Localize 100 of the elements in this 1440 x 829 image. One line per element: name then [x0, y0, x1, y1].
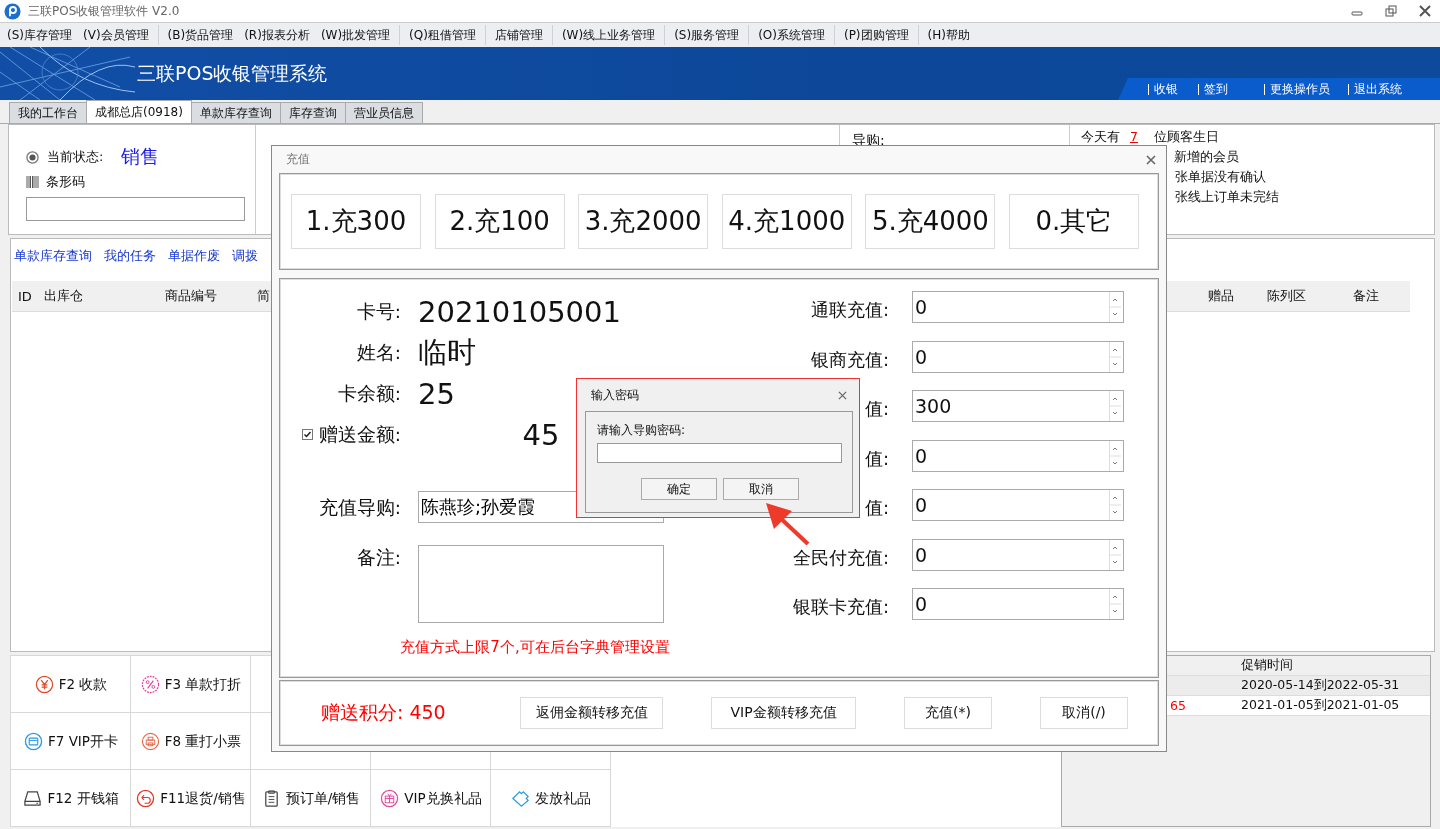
- field-label: 备注:: [355, 546, 401, 570]
- return-icon: [136, 789, 156, 808]
- preset-button[interactable]: 0.其它: [1008, 194, 1139, 249]
- menu-item[interactable]: 店铺管理: [490, 26, 547, 44]
- function-button[interactable]: 发放礼品: [509, 785, 593, 812]
- amount-field[interactable]: 0: [912, 588, 1124, 620]
- quick-link[interactable]: 我的任务: [104, 247, 156, 265]
- menu-item[interactable]: (P)团购管理: [839, 26, 913, 44]
- barcode-icon: [26, 176, 39, 188]
- function-button[interactable]: F8 重打小票: [138, 728, 244, 755]
- menu-item[interactable]: (S)服务管理: [670, 26, 744, 44]
- quick-link[interactable]: 单款库存查询: [14, 247, 92, 265]
- dialog-button[interactable]: 返佣金额转移充值: [520, 697, 663, 729]
- dialog-button[interactable]: VIP金额转移充值: [711, 697, 856, 729]
- prompt-text: 请输入导购密码:: [597, 422, 687, 439]
- dialog-button[interactable]: 确定: [641, 478, 717, 500]
- table-cell: 2021-01-05到2021-01-05: [1241, 697, 1400, 714]
- field-label: 全民付充值:: [792, 546, 889, 568]
- amount-field[interactable]: 0: [912, 340, 1124, 373]
- dialog-button[interactable]: 充值(*): [904, 697, 992, 729]
- tab[interactable]: 我的工作台: [9, 102, 87, 123]
- window-title: 三联POS收银管理软件 V2.0: [28, 2, 180, 20]
- dialog-button[interactable]: 取消(/): [1040, 697, 1128, 729]
- yuan-icon: [34, 675, 54, 694]
- tab[interactable]: 单款库存查询: [190, 102, 281, 123]
- header-link[interactable]: 退出系统: [1354, 80, 1402, 98]
- menu-item[interactable]: (H)帮助: [923, 26, 974, 44]
- amount-field[interactable]: 0: [912, 291, 1124, 323]
- tab[interactable]: 营业员信息: [344, 102, 423, 123]
- percent-icon: [140, 675, 160, 694]
- column-header: 简: [257, 287, 271, 305]
- checkbox[interactable]: [301, 429, 313, 440]
- amount-field[interactable]: 300: [912, 390, 1124, 422]
- amount-field[interactable]: 0: [912, 489, 1124, 521]
- quick-link[interactable]: 单据作废: [168, 247, 220, 265]
- amount-field[interactable]: 0: [912, 439, 1124, 472]
- function-button[interactable]: F3 单款打折: [138, 671, 244, 698]
- radio-button[interactable]: [26, 150, 39, 164]
- field-label: 值:: [864, 398, 889, 419]
- field-label: 值:: [864, 447, 889, 469]
- tab[interactable]: 成都总店(0918): [86, 100, 192, 123]
- menu-item[interactable]: (B)货品管理: [163, 26, 238, 44]
- function-button[interactable]: 预订单/销售: [259, 785, 363, 812]
- password-field[interactable]: [597, 443, 842, 463]
- header-link[interactable]: 更换操作员: [1270, 80, 1330, 98]
- function-button[interactable]: F11退货/销售: [134, 785, 248, 812]
- spinner-arrows-icon[interactable]: [1109, 440, 1121, 471]
- field-label: 银商充值:: [810, 348, 889, 370]
- menu-item[interactable]: (R)报表分析: [240, 26, 314, 44]
- table-cell: 65: [1170, 698, 1186, 713]
- table-cell: 2020-05-14到2022-05-31: [1241, 677, 1400, 694]
- function-button[interactable]: F2 收款: [32, 671, 110, 698]
- close-icon[interactable]: [838, 390, 847, 400]
- restore-icon[interactable]: [1385, 5, 1397, 17]
- menu-item[interactable]: (W)线上业务管理: [557, 26, 660, 44]
- preset-button[interactable]: 4.充1000: [721, 194, 852, 249]
- field-label: 银联卡充值:: [792, 596, 889, 617]
- spinner-arrows-icon[interactable]: [1109, 391, 1121, 421]
- barcode-field[interactable]: [26, 197, 245, 221]
- card-icon: [24, 732, 43, 751]
- function-button[interactable]: VIP兑换礼品: [378, 785, 484, 812]
- dialog-button[interactable]: 取消: [723, 478, 799, 500]
- preset-button[interactable]: 5.充4000: [865, 194, 996, 249]
- status-value: 销售: [121, 144, 160, 169]
- close-icon[interactable]: [1419, 5, 1431, 17]
- spinner-arrows-icon[interactable]: [1109, 341, 1121, 372]
- birthday-notice: 今天有 7 位顾客生日: [1080, 129, 1219, 145]
- menu-item[interactable]: (Q)租借管理: [405, 26, 480, 44]
- menu-item[interactable]: (S)库存管理: [3, 26, 76, 44]
- bonus-points: 赠送积分: 450: [321, 700, 447, 725]
- quick-link[interactable]: 调拨: [232, 247, 258, 265]
- preset-button[interactable]: 2.充100: [434, 194, 565, 249]
- remark-field[interactable]: [418, 545, 664, 623]
- ticket-icon: [511, 789, 530, 808]
- cash-drawer-icon: [23, 789, 43, 808]
- dialog-title: 充值: [286, 152, 310, 167]
- spinner-arrows-icon[interactable]: [1109, 589, 1121, 619]
- notice-text: 张单据没有确认: [1175, 169, 1266, 184]
- menu-item[interactable]: (O)系统管理: [754, 26, 829, 44]
- spinner-arrows-icon[interactable]: [1109, 490, 1121, 520]
- spinner-arrows-icon[interactable]: [1109, 539, 1121, 570]
- notice-text: 充值方式上限7个,可在后台字典管理设置: [399, 638, 671, 657]
- tab[interactable]: 库存查询: [279, 102, 346, 123]
- preset-button[interactable]: 1.充300: [291, 194, 421, 249]
- field-label: 赠送金额:: [318, 423, 401, 447]
- function-button[interactable]: F12 开钱箱: [21, 785, 121, 812]
- column-header: 促销时间: [1241, 657, 1293, 674]
- spinner-arrows-icon[interactable]: [1109, 292, 1121, 322]
- header-link[interactable]: 收银: [1154, 80, 1178, 98]
- close-icon[interactable]: [1146, 154, 1156, 165]
- printer-icon: [140, 732, 160, 751]
- header-link[interactable]: 签到: [1204, 80, 1228, 98]
- amount-field[interactable]: 0: [912, 538, 1124, 571]
- notice-text: 新增的会员: [1174, 149, 1239, 164]
- field-label: 值:: [864, 497, 889, 518]
- preset-button[interactable]: 3.充2000: [578, 194, 709, 249]
- column-header: 商品编号: [165, 287, 218, 305]
- menu-item[interactable]: (V)会员管理: [79, 26, 153, 44]
- function-button[interactable]: F7 VIP开卡: [22, 728, 120, 755]
- menu-item[interactable]: (W)批发管理: [316, 26, 395, 44]
